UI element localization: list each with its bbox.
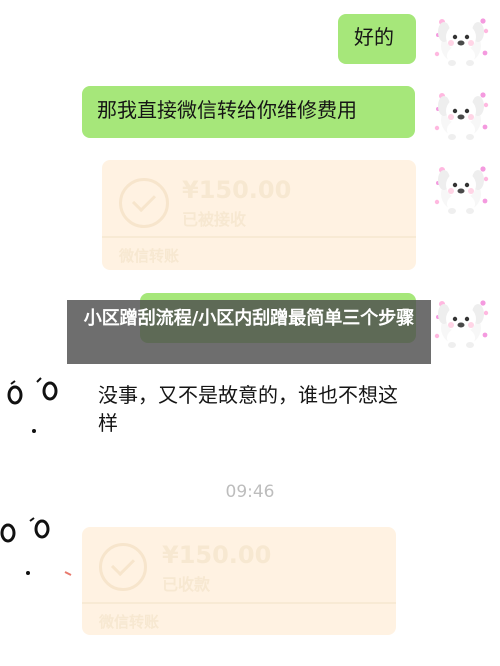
doodle-face-icon[interactable]	[0, 515, 72, 585]
message-bubble-outgoing[interactable]: 那我直接微信转给你维修费用	[82, 86, 415, 138]
white-puppy-avatar-icon	[434, 166, 489, 215]
avatar[interactable]	[428, 10, 492, 74]
transfer-footer: 微信转账	[99, 613, 160, 631]
transfer-card[interactable]: ¥150.00 已收款 微信转账	[82, 527, 396, 635]
check-circle-icon	[99, 543, 147, 591]
message-text: 好的	[354, 25, 394, 49]
white-puppy-avatar-icon	[434, 92, 489, 141]
white-puppy-avatar-icon	[434, 300, 489, 349]
overlay-title-banner: 小区蹭刮流程/小区内刮蹭最简单三个步骤	[67, 300, 431, 364]
transfer-status: 已被接收	[182, 210, 247, 229]
avatar[interactable]	[428, 292, 492, 356]
transfer-amount: ¥150.00	[162, 541, 272, 569]
transfer-amount: ¥150.00	[182, 176, 292, 204]
transfer-card[interactable]: ¥150.00 已被接收 微信转账	[102, 160, 416, 270]
transfer-divider	[102, 236, 416, 238]
overlay-title: 小区蹭刮流程/小区内刮蹭最简单三个步骤	[83, 308, 415, 329]
message-timestamp: 09:46	[225, 482, 275, 502]
transfer-divider	[82, 602, 396, 604]
message-text: 那我直接微信转给你维修费用	[97, 98, 357, 122]
avatar[interactable]	[428, 84, 492, 148]
message-text-incoming[interactable]: 没事，又不是故意的，谁也不想这样	[98, 381, 416, 437]
doodle-face-icon[interactable]	[0, 373, 62, 443]
message-bubble-outgoing[interactable]: 好的	[338, 14, 416, 64]
white-puppy-avatar-icon	[434, 18, 489, 67]
check-circle-icon	[119, 178, 169, 228]
transfer-status: 已收款	[162, 575, 211, 594]
avatar[interactable]	[428, 158, 492, 222]
transfer-footer: 微信转账	[119, 247, 180, 265]
